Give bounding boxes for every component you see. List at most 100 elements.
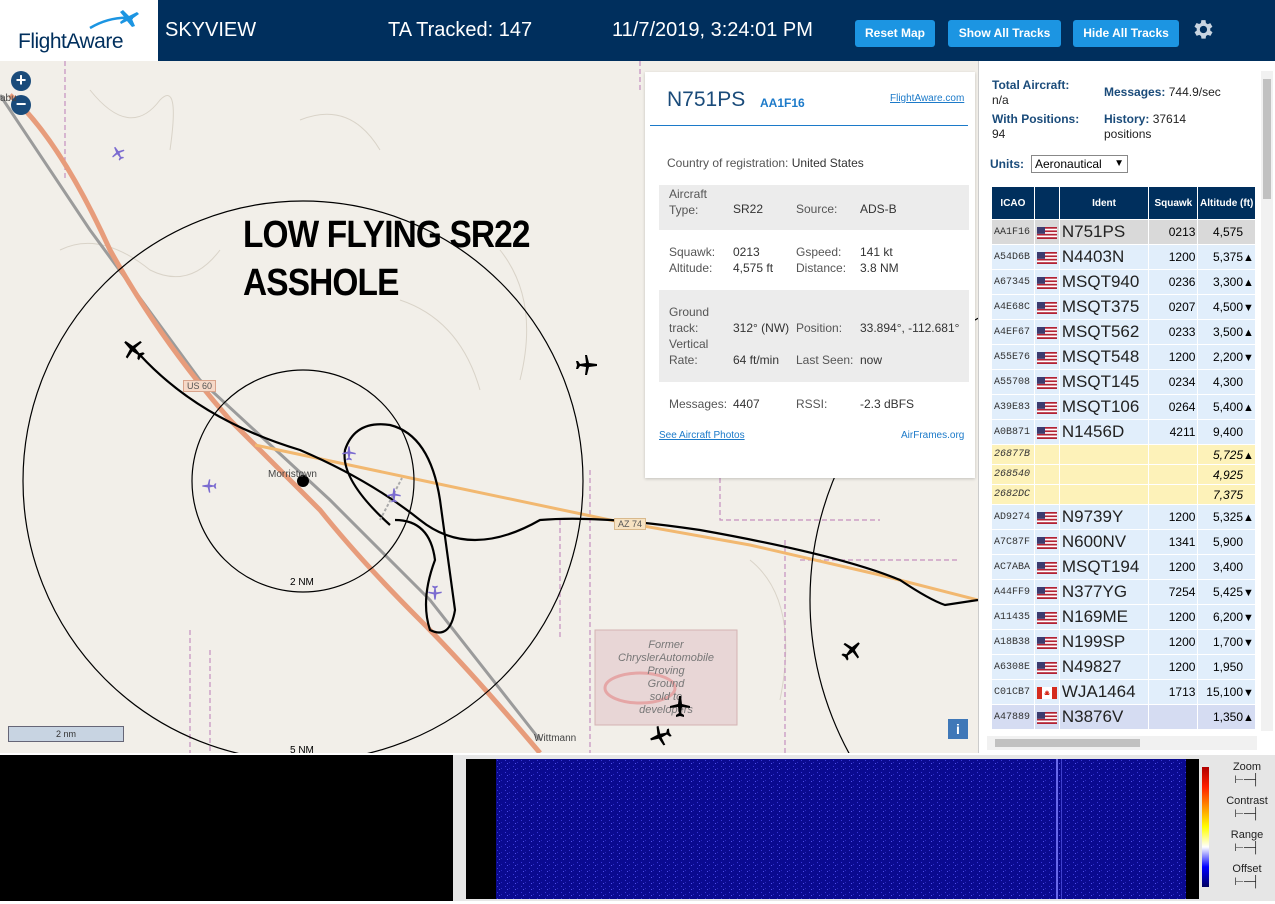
cell-flag bbox=[1033, 504, 1060, 530]
gear-icon[interactable] bbox=[1190, 17, 1215, 42]
altitude-value: 9,400 bbox=[1212, 425, 1243, 439]
aircraft-marker-ground[interactable] bbox=[201, 478, 217, 494]
table-row[interactable]: A44FF9 N377YG 7254 5,425▼ bbox=[991, 579, 1256, 605]
altitude-value: 4,575 bbox=[1212, 225, 1243, 239]
col-flag[interactable] bbox=[1033, 186, 1060, 220]
cell-icao: A6308E bbox=[991, 654, 1035, 680]
flightaware-logo[interactable]: FlightAware bbox=[0, 0, 158, 61]
cell-icao: A0B871 bbox=[991, 419, 1035, 445]
source-label: Source: bbox=[796, 202, 838, 216]
aircraft-marker-ground[interactable] bbox=[110, 145, 126, 161]
table-row[interactable]: A4E68C MSQT375 0207 4,500▼ bbox=[991, 294, 1256, 320]
trend-up-icon: ▲ bbox=[1243, 402, 1254, 414]
col-ident[interactable]: Ident bbox=[1058, 186, 1150, 220]
spectrum-waterfall[interactable] bbox=[466, 759, 1199, 899]
cell-flag bbox=[1033, 344, 1060, 370]
cell-ident: MSQT106 bbox=[1058, 394, 1150, 420]
cell-altitude: 6,200▼ bbox=[1197, 604, 1256, 630]
vertical-scrollbar[interactable] bbox=[1261, 71, 1273, 731]
scrollbar-thumb[interactable] bbox=[995, 739, 1140, 747]
us-flag-icon bbox=[1036, 276, 1057, 289]
range-control[interactable]: Range ⊢─┤ bbox=[1225, 829, 1269, 854]
table-row[interactable]: 268540 4,925 bbox=[991, 464, 1256, 485]
cell-squawk: 0213 bbox=[1148, 219, 1199, 245]
aircraft-marker[interactable] bbox=[648, 724, 672, 748]
cell-flag bbox=[1033, 529, 1060, 555]
table-row[interactable]: A7C87F N600NV 1341 5,900 bbox=[991, 529, 1256, 555]
slider-icon[interactable]: ⊢─┤ bbox=[1225, 807, 1269, 820]
trend-down-icon: ▼ bbox=[1243, 687, 1254, 699]
table-row[interactable]: C01CB7 WJA1464 1713 15,100▼ bbox=[991, 679, 1256, 705]
cell-squawk: 1200 bbox=[1148, 504, 1199, 530]
table-row[interactable]: A67345 MSQT940 0236 3,300▲ bbox=[991, 269, 1256, 295]
table-row[interactable]: AC7ABA MSQT194 1200 3,400 bbox=[991, 554, 1256, 580]
aircraft-marker[interactable] bbox=[575, 353, 599, 377]
rssi-label: RSSI: bbox=[796, 397, 828, 411]
cell-squawk bbox=[1148, 484, 1199, 505]
table-row[interactable]: A55E76 MSQT548 1200 2,200▼ bbox=[991, 344, 1256, 370]
cell-altitude: 1,350▲ bbox=[1197, 704, 1256, 730]
aircraft-marker-ground[interactable] bbox=[427, 585, 443, 601]
aircraft-marker-ground[interactable] bbox=[386, 487, 402, 503]
us-flag-icon bbox=[1036, 401, 1057, 414]
us-flag-icon bbox=[1036, 636, 1057, 649]
town-label-partial: abu bbox=[0, 93, 17, 104]
scrollbar-thumb[interactable] bbox=[1263, 79, 1271, 199]
contrast-control[interactable]: Contrast ⊢─┤ bbox=[1225, 795, 1269, 820]
cell-ident bbox=[1058, 484, 1150, 505]
table-row[interactable]: 2682DC 7,375 bbox=[991, 484, 1256, 505]
country-label: Country of registration: bbox=[667, 156, 789, 170]
zoom-control[interactable]: Zoom ⊢─┤ bbox=[1225, 761, 1269, 786]
cell-icao: A44FF9 bbox=[991, 579, 1035, 605]
col-altitude[interactable]: Altitude (ft) bbox=[1197, 186, 1256, 220]
table-row[interactable]: A54D6B N4403N 1200 5,375▲ bbox=[991, 244, 1256, 270]
aircraft-marker[interactable] bbox=[840, 638, 864, 662]
cell-flag bbox=[1033, 654, 1060, 680]
total-aircraft-label: Total Aircraft: bbox=[992, 78, 1070, 92]
airframes-link[interactable]: AirFrames.org bbox=[901, 430, 964, 441]
cell-icao: A55E76 bbox=[991, 344, 1035, 370]
annotation-text: LOW FLYING SR22 ASSHOLE bbox=[243, 211, 530, 307]
cell-altitude: 3,400 bbox=[1197, 554, 1256, 580]
col-icao[interactable]: ICAO bbox=[991, 186, 1035, 220]
with-positions-value: 94 bbox=[992, 127, 1006, 141]
cell-ident: N377YG bbox=[1058, 579, 1150, 605]
cell-flag bbox=[1033, 704, 1060, 730]
info-button[interactable]: i bbox=[948, 719, 968, 739]
slider-icon[interactable]: ⊢─┤ bbox=[1225, 841, 1269, 854]
cell-squawk: 1200 bbox=[1148, 654, 1199, 680]
aircraft-marker-ground[interactable] bbox=[341, 445, 357, 461]
table-row[interactable]: AA1F16 N751PS 0213 4,575 bbox=[991, 219, 1256, 245]
units-select[interactable]: Aeronautical ▼ bbox=[1031, 155, 1128, 173]
table-row[interactable]: A55708 MSQT145 0234 4,300 bbox=[991, 369, 1256, 395]
units-label-text: Units: bbox=[990, 157, 1024, 171]
horizontal-scrollbar[interactable] bbox=[987, 736, 1257, 750]
table-row[interactable]: A0B871 N1456D 4211 9,400 bbox=[991, 419, 1256, 445]
country-row: Country of registration: United States bbox=[667, 156, 864, 170]
table-row[interactable]: A39E83 MSQT106 0264 5,400▲ bbox=[991, 394, 1256, 420]
flightaware-link[interactable]: FlightAware.com bbox=[890, 93, 964, 104]
altitude-value: 6,200 bbox=[1212, 610, 1243, 624]
table-row[interactable]: AD9274 N9739Y 1200 5,325▲ bbox=[991, 504, 1256, 530]
cell-ident: MSQT548 bbox=[1058, 344, 1150, 370]
table-row[interactable]: A4EF67 MSQT562 0233 3,500▲ bbox=[991, 319, 1256, 345]
hide-all-tracks-button[interactable]: Hide All Tracks bbox=[1073, 20, 1179, 47]
aircraft-marker[interactable] bbox=[668, 694, 692, 718]
area-label-line: Ground bbox=[647, 678, 685, 690]
table-row[interactable]: A6308E N49827 1200 1,950 bbox=[991, 654, 1256, 680]
slider-icon[interactable]: ⊢─┤ bbox=[1225, 773, 1269, 786]
table-row[interactable]: A18B38 N199SP 1200 1,700▼ bbox=[991, 629, 1256, 655]
units-select-value: Aeronautical bbox=[1035, 157, 1102, 171]
table-row[interactable]: A47889 N3876V 1,350▲ bbox=[991, 704, 1256, 730]
aircraft-panel: Total Aircraft: n/a Messages: 744.9/sec … bbox=[978, 61, 1275, 753]
show-all-tracks-button[interactable]: Show All Tracks bbox=[948, 20, 1061, 47]
offset-control[interactable]: Offset ⊢─┤ bbox=[1225, 863, 1269, 888]
col-squawk[interactable]: Squawk bbox=[1148, 186, 1199, 220]
aircraft-marker-selected[interactable] bbox=[120, 336, 146, 362]
reset-map-button[interactable]: Reset Map bbox=[855, 20, 935, 47]
aircraft-photos-link[interactable]: See Aircraft Photos bbox=[659, 430, 745, 441]
zoom-in-button[interactable]: + bbox=[11, 71, 31, 91]
table-row[interactable]: 26877B 5,725▲ bbox=[991, 444, 1256, 465]
table-row[interactable]: A11435 N169ME 1200 6,200▼ bbox=[991, 604, 1256, 630]
slider-icon[interactable]: ⊢─┤ bbox=[1225, 875, 1269, 888]
